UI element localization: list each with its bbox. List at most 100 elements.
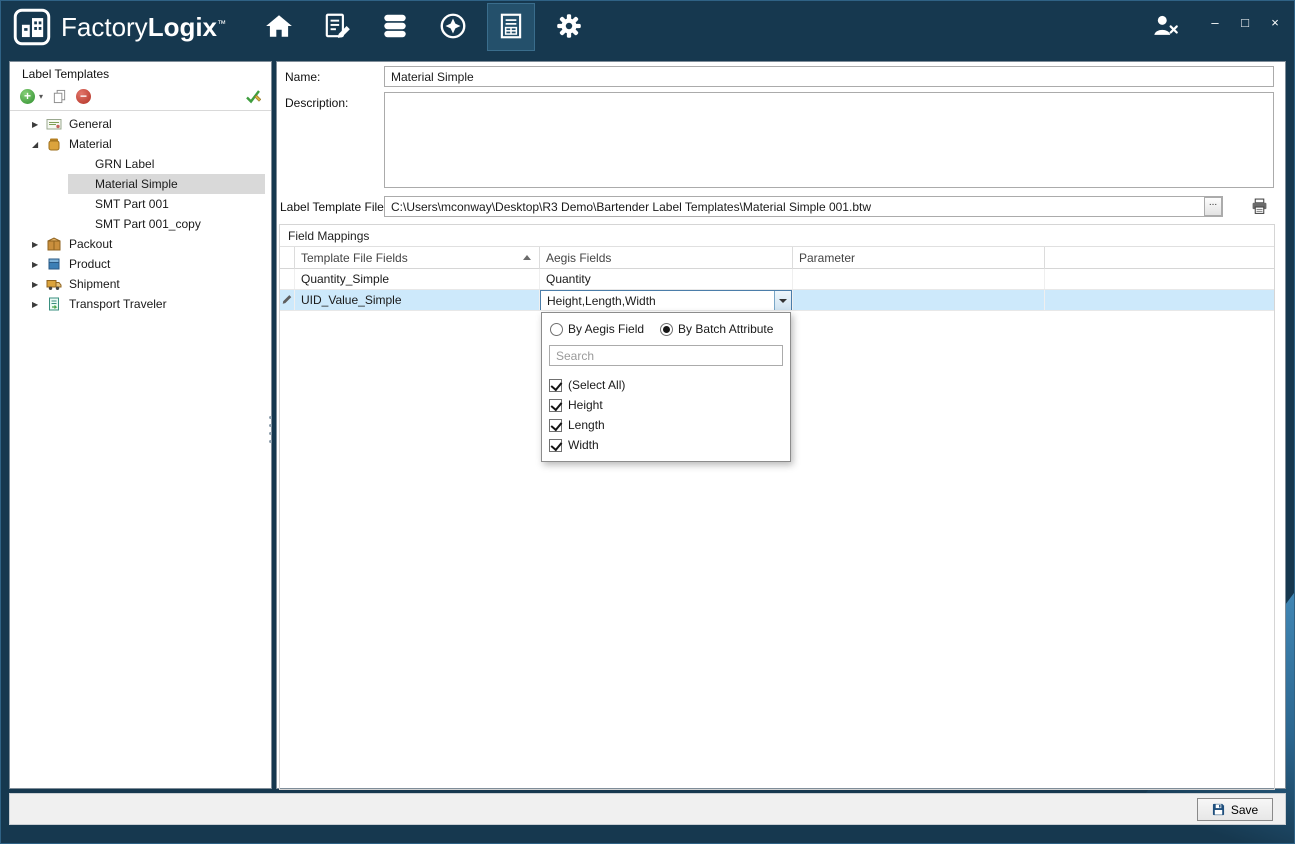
blank-cell [1045, 269, 1274, 289]
product-category-icon [46, 256, 62, 272]
stack-icon [380, 11, 410, 44]
row-selector-cell [280, 290, 295, 310]
general-category-icon [46, 116, 62, 132]
row-selector-header [280, 247, 295, 269]
add-dropdown-caret-icon[interactable]: ▾ [39, 92, 43, 101]
name-input[interactable] [384, 66, 1274, 87]
label-templates-nav-button[interactable] [488, 4, 534, 50]
chevron-right-icon[interactable]: ▶ [32, 280, 46, 289]
chevron-right-icon[interactable]: ▶ [32, 300, 46, 309]
browse-file-button[interactable]: ... [1204, 197, 1222, 216]
column-header-parameter[interactable]: Parameter [793, 247, 1045, 269]
table-header: Template File Fields Aegis Fields Parame… [280, 247, 1274, 269]
splitter-grip-icon [269, 416, 272, 443]
user-logout-icon[interactable] [1152, 13, 1180, 41]
chevron-down-icon [779, 299, 787, 303]
template-field-cell[interactable]: UID_Value_Simple [295, 290, 540, 310]
tree-item-label: SMT Part 001 [95, 197, 169, 211]
tree-item-smt-part-001-copy[interactable]: SMT Part 001_copy [68, 214, 265, 234]
option-height[interactable]: Height [549, 395, 783, 415]
window-controls: – □ × [1208, 16, 1282, 39]
edit-pencil-icon [281, 293, 293, 308]
aegis-field-cell: Height,Length,Width [540, 290, 793, 310]
template-tree: ▶ General ◢ [10, 111, 271, 314]
option-select-all[interactable]: (Select All) [549, 375, 783, 395]
tree-item-label: Product [69, 257, 110, 271]
settings-nav-button[interactable] [546, 4, 592, 50]
description-input[interactable] [384, 92, 1274, 188]
radio-by-batch-attribute[interactable]: By Batch Attribute [660, 322, 773, 336]
minimize-button[interactable]: – [1208, 16, 1222, 29]
label-document-icon [496, 11, 526, 44]
chevron-right-icon[interactable]: ▶ [32, 260, 46, 269]
combobox-value: Height,Length,Width [541, 291, 774, 310]
home-nav-button[interactable] [256, 4, 302, 50]
print-icon[interactable] [1251, 198, 1268, 215]
aegis-field-cell[interactable]: Quantity [540, 269, 793, 289]
parameter-cell[interactable] [793, 290, 1045, 310]
column-header-template-file-fields[interactable]: Template File Fields [295, 247, 540, 269]
option-length[interactable]: Length [549, 415, 783, 435]
combobox-dropdown-button[interactable] [774, 291, 791, 310]
copy-template-button[interactable] [52, 89, 67, 104]
description-label: Description: [285, 96, 348, 110]
close-button[interactable]: × [1268, 16, 1282, 29]
titlebar-right: – □ × [1152, 13, 1282, 41]
tree-item-material[interactable]: ◢ Material [10, 134, 271, 154]
main-nav [256, 4, 592, 50]
label-templates-panel: Label Templates + ▾ − ▶ [9, 61, 272, 789]
aegis-fields-combobox[interactable]: Height,Length,Width [540, 290, 792, 310]
tree-item-label: SMT Part 001_copy [95, 217, 201, 231]
tree-item-smt-part-001[interactable]: SMT Part 001 [68, 194, 265, 214]
chevron-right-icon[interactable]: ▶ [32, 120, 46, 129]
materials-nav-button[interactable] [372, 4, 418, 50]
tree-item-transport-traveler[interactable]: ▶ Transport Traveler [10, 294, 271, 314]
checkbox-checked-icon [549, 379, 562, 392]
radio-unchecked-icon [550, 323, 563, 336]
list-edit-icon [322, 11, 352, 44]
option-width[interactable]: Width [549, 435, 783, 455]
add-template-button[interactable]: + [20, 89, 35, 104]
tree-item-general[interactable]: ▶ General [10, 114, 271, 134]
tracking-nav-button[interactable] [430, 4, 476, 50]
save-label: Save [1231, 803, 1258, 817]
app-window: FactoryLogix™ [0, 0, 1295, 844]
compass-icon [438, 11, 468, 44]
chevron-right-icon[interactable]: ▶ [32, 240, 46, 249]
work-instructions-nav-button[interactable] [314, 4, 360, 50]
delete-template-button[interactable]: − [76, 89, 91, 104]
field-mappings-title: Field Mappings [280, 225, 1274, 247]
packout-category-icon [46, 236, 62, 252]
radio-checked-icon [660, 323, 673, 336]
sort-ascending-icon [523, 255, 531, 260]
template-field-cell[interactable]: Quantity_Simple [295, 269, 540, 289]
tree-item-product[interactable]: ▶ Product [10, 254, 271, 274]
column-header-aegis-fields[interactable]: Aegis Fields [540, 247, 793, 269]
table-row-uid-value-simple[interactable]: UID_Value_Simple Height,Length,Width [280, 290, 1274, 311]
maximize-button[interactable]: □ [1238, 16, 1252, 29]
tree-item-packout[interactable]: ▶ Packout [10, 234, 271, 254]
factorylogix-logo-icon [13, 8, 51, 46]
table-row-quantity-simple[interactable]: Quantity_Simple Quantity [280, 269, 1274, 290]
parameter-cell[interactable] [793, 269, 1045, 289]
save-disk-icon [1212, 803, 1225, 816]
tree-item-material-simple[interactable]: Material Simple [68, 174, 265, 194]
home-icon [264, 11, 294, 44]
label-template-file-input[interactable] [384, 196, 1223, 217]
checkbox-checked-icon [549, 399, 562, 412]
save-button[interactable]: Save [1197, 798, 1273, 821]
search-input[interactable] [549, 345, 783, 366]
template-editor-panel: Name: Description: Label Template File: … [276, 61, 1286, 789]
blank-cell [1045, 290, 1274, 310]
validate-check-button[interactable] [245, 88, 261, 104]
name-label: Name: [285, 70, 320, 84]
tree-item-grn-label[interactable]: GRN Label [68, 154, 265, 174]
tree-item-label: Material Simple [95, 177, 178, 191]
transport-traveler-icon [46, 296, 62, 312]
tree-item-shipment[interactable]: ▶ Shipment [10, 274, 271, 294]
tree-item-label: Transport Traveler [69, 297, 167, 311]
chevron-expanded-icon[interactable]: ◢ [32, 140, 46, 149]
field-mappings-group: Field Mappings Template File Fields Aegi… [279, 224, 1275, 790]
radio-by-aegis-field[interactable]: By Aegis Field [550, 322, 644, 336]
panel-title: Label Templates [10, 62, 271, 85]
